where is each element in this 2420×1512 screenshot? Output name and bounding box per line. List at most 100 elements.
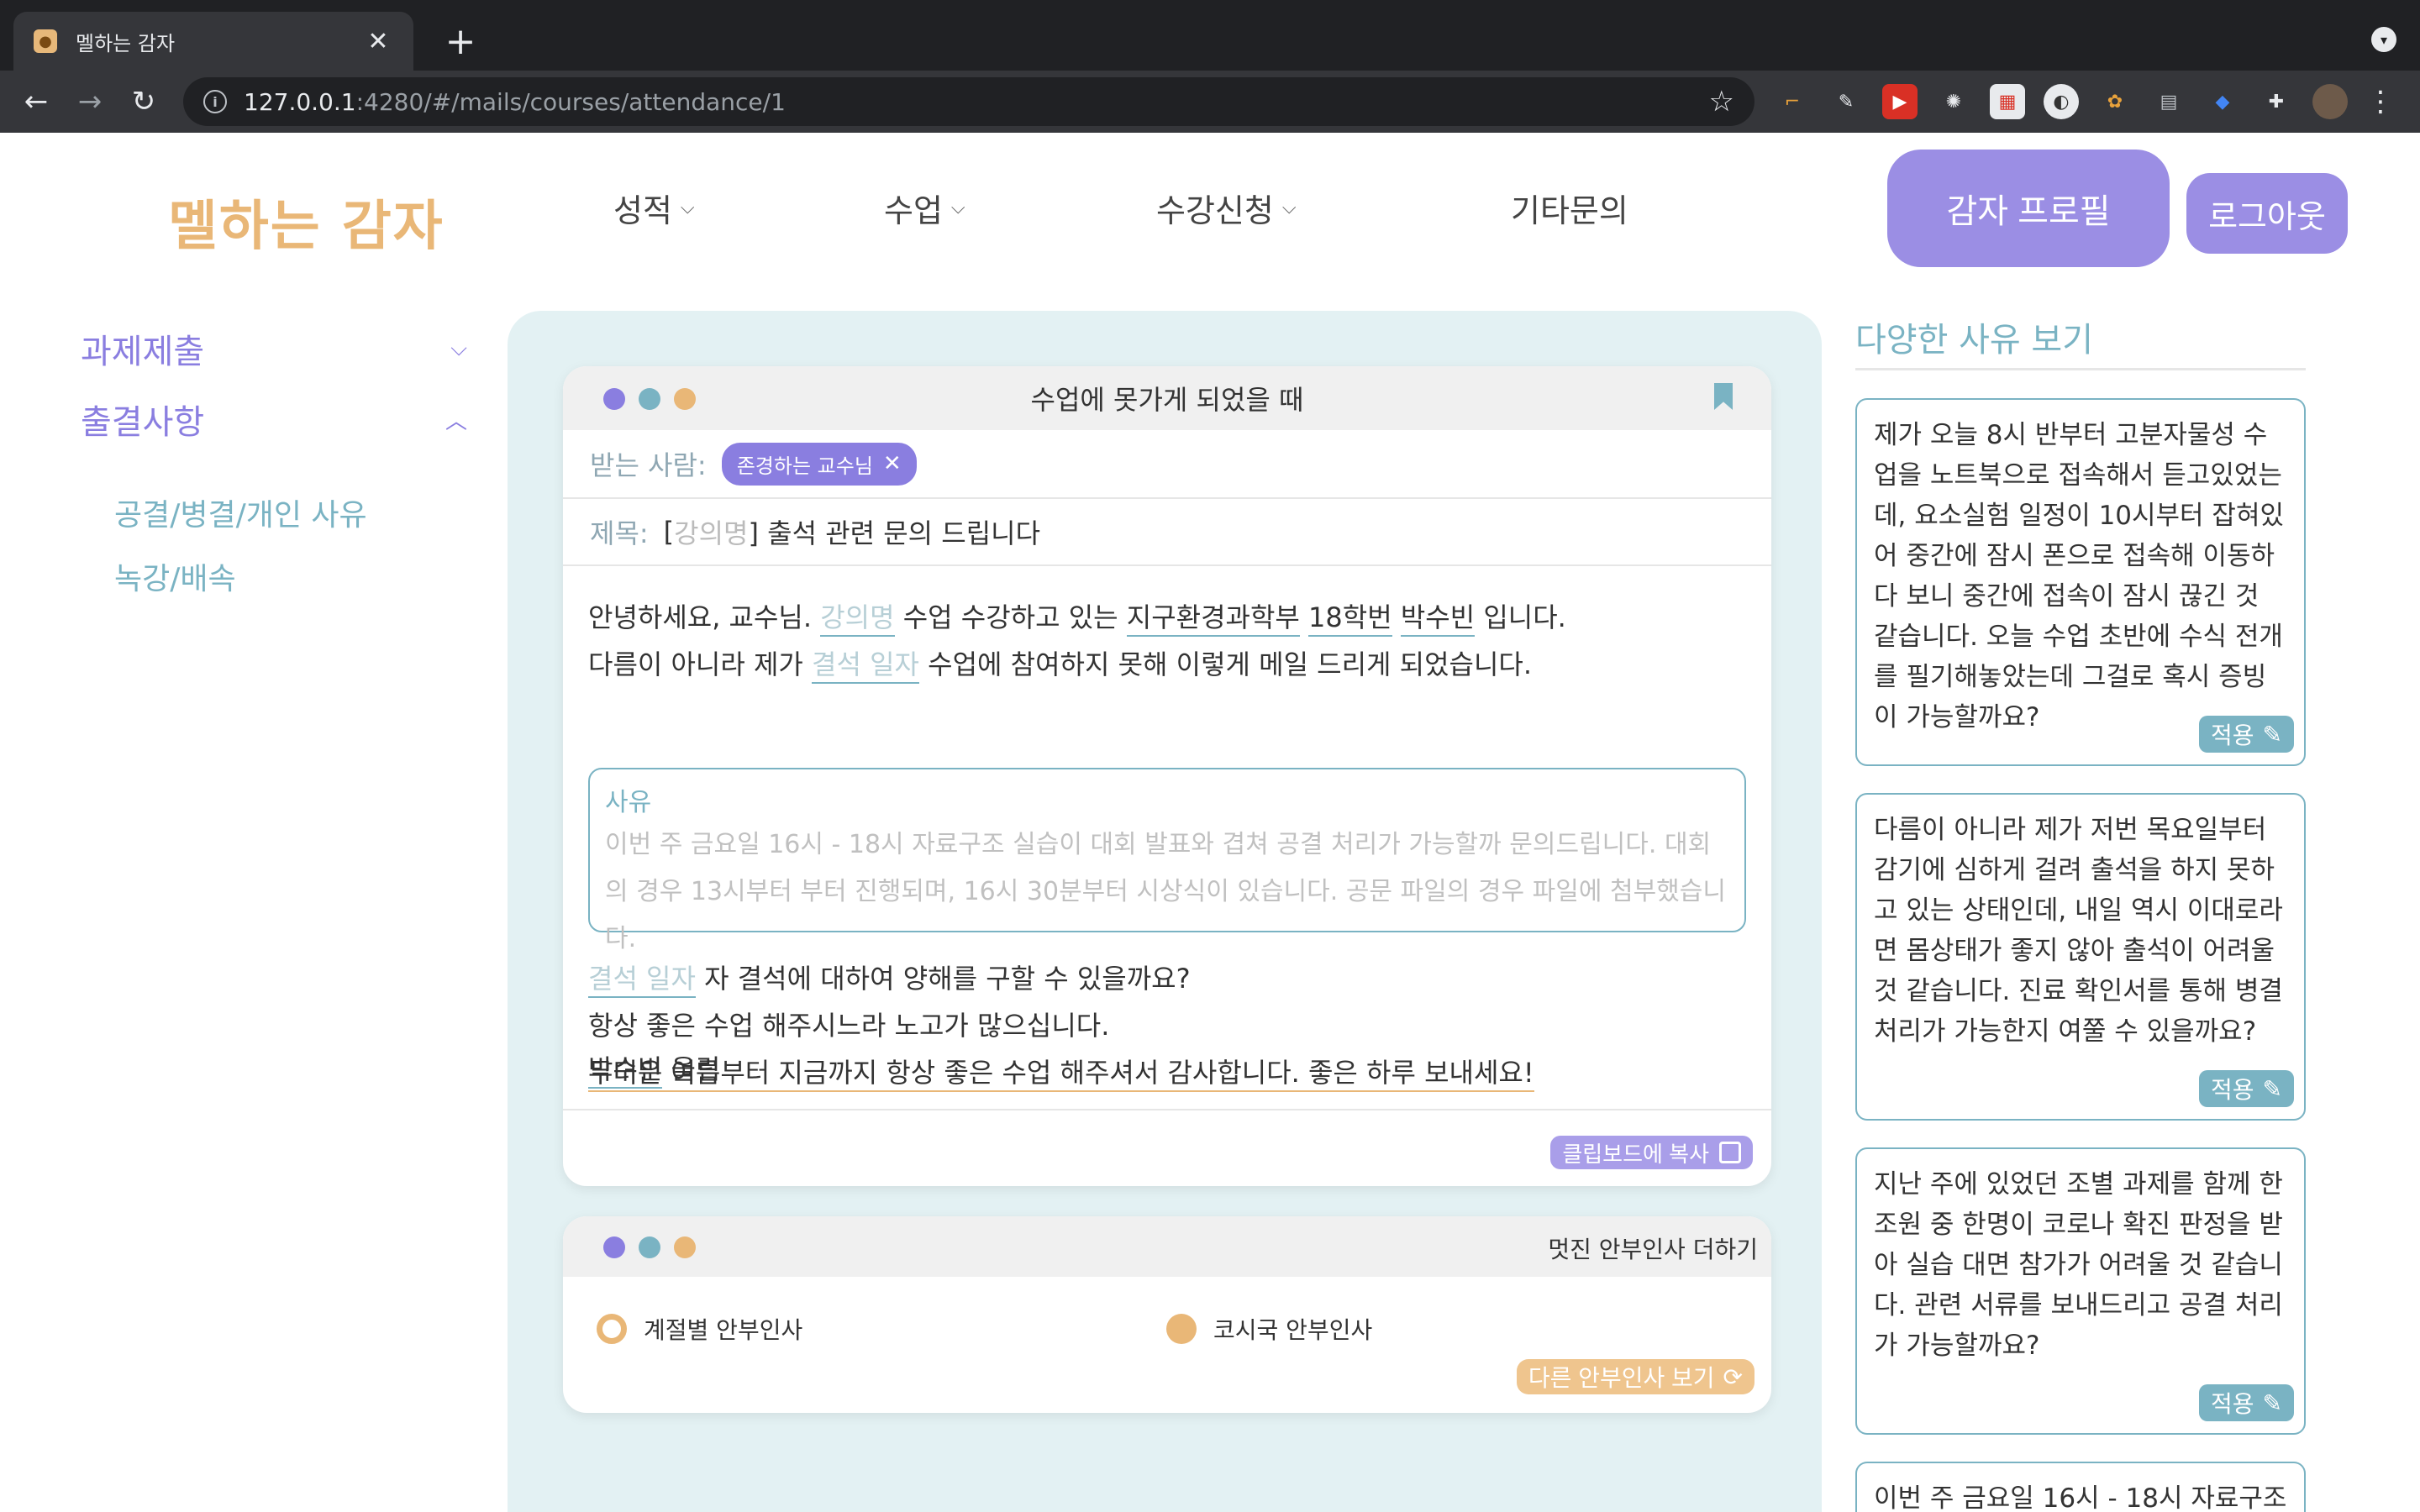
greeting-card-header: 멋진 안부인사 더하기	[563, 1216, 1771, 1277]
back-arrow-icon[interactable]: ←	[17, 82, 55, 121]
nav-other-inquiry[interactable]: 기타문의	[1511, 185, 1628, 231]
greeting-title: 멋진 안부인사 더하기	[1548, 1236, 1758, 1263]
window-dots	[603, 1236, 696, 1258]
radio-seasonal-greeting[interactable]	[597, 1314, 627, 1344]
radio-covid-greeting[interactable]	[1166, 1314, 1197, 1344]
chrome-menu-icon[interactable]: ⋮	[2366, 85, 2395, 118]
extension-compass-icon[interactable]: ◐	[2044, 84, 2079, 119]
teal-dot	[639, 388, 660, 410]
browser-toolbar: ← → ↻ i 127.0.0.1:4280/#/mails/courses/a…	[0, 71, 2420, 133]
purpose-text: 다름이 아니라 제가	[588, 648, 803, 680]
extension-shield-icon[interactable]: ◆	[2205, 84, 2240, 119]
copy-to-clipboard-button[interactable]: 클립보드에 복사	[1550, 1136, 1753, 1169]
nav-registration[interactable]: 수강신청 ⌵	[1156, 185, 1297, 231]
sidebar-section-assignments[interactable]: 과제제출 ⌵	[81, 324, 467, 373]
apply-label: 적용	[2211, 1077, 2254, 1103]
potato-profile-button[interactable]: 감자 프로필	[1887, 150, 2170, 267]
new-tab-icon[interactable]: +	[437, 18, 484, 66]
chevron-up-icon: ︿	[445, 408, 467, 434]
extension-youtube-icon[interactable]: ▶	[1882, 84, 1918, 119]
address-bar[interactable]: i 127.0.0.1:4280/#/mails/courses/attenda…	[183, 77, 1754, 126]
extension-doc-icon[interactable]: ▤	[2151, 84, 2186, 119]
reason-field[interactable]: 사유 이번 주 금요일 16시 - 18시 자료구조 실습이 대회 발표와 겹쳐…	[588, 768, 1746, 953]
extensions-puzzle-icon[interactable]: ✚	[2259, 84, 2294, 119]
subject-row[interactable]: 제목: [강의명] 출석 관련 문의 드립니다	[563, 499, 1771, 566]
student-year-field[interactable]: 18학번	[1308, 601, 1392, 637]
apply-label: 적용	[2211, 722, 2254, 748]
remove-recipient-icon[interactable]: ✕	[883, 451, 902, 476]
main-panel: 수업에 못가게 되었을 때 받는 사람: 존경하는 교수님 ✕ 제목: [강의명…	[508, 311, 1822, 1512]
logout-button[interactable]: 로그아웃	[2186, 173, 2348, 254]
reason-card-text: 이번 주 금요일 16시 - 18시 자료구조	[1874, 1483, 2287, 1512]
browser-tab[interactable]: ● 멜하는 감자 ✕	[13, 12, 413, 71]
tab-search-icon[interactable]: ▾	[2371, 27, 2396, 52]
reason-card: 제가 오늘 8시 반부터 고분자물성 수업을 노트북으로 접속해서 듣고있었는데…	[1855, 398, 2306, 766]
extension-color-icon[interactable]: ✿	[2097, 84, 2133, 119]
apply-button[interactable]: 적용 ✎	[2199, 1070, 2294, 1107]
reason-card: 지난 주에 있었던 조별 과제를 함께 한 조원 중 한명이 코로나 확진 판정…	[1855, 1147, 2306, 1435]
orange-dot	[674, 1236, 696, 1258]
nav-grades[interactable]: 성적 ⌵	[613, 185, 695, 231]
recipient-row: 받는 사람: 존경하는 교수님 ✕	[563, 430, 1771, 499]
window-dots	[603, 388, 696, 410]
sidebar-item-absence-reason[interactable]: 공결/병결/개인 사유	[114, 491, 367, 534]
mail-line-greeting: 안녕하세요, 교수님. 강의명 수업 수강하고 있는 지구환경과학부 18학번 …	[588, 596, 1566, 637]
chevron-down-icon: ⌵	[950, 197, 965, 218]
reason-text[interactable]: 이번 주 금요일 16시 - 18시 자료구조 실습이 대회 발표와 겹쳐 공결…	[605, 822, 1729, 963]
reasons-divider	[1855, 368, 2306, 370]
mail-card-header: 수업에 못가게 되었을 때	[563, 366, 1771, 430]
apply-button[interactable]: 적용 ✎	[2199, 716, 2294, 753]
purpose-end-text: 수업에 참여하지 못해 이렇게 메일 드리게 되었습니다.	[928, 648, 1533, 680]
sidebar-section-label: 과제제출	[81, 333, 205, 371]
recipient-chip[interactable]: 존경하는 교수님 ✕	[721, 442, 917, 486]
course-name-field[interactable]: 강의명	[820, 601, 895, 637]
absence-date-field[interactable]: 결석 일자	[812, 648, 919, 684]
tab-close-icon[interactable]: ✕	[363, 27, 393, 56]
other-greeting-label: 다른 안부인사 보기	[1528, 1365, 1715, 1391]
other-greeting-button[interactable]: 다른 안부인사 보기 ⟳	[1516, 1359, 1754, 1394]
forward-arrow-icon[interactable]: →	[71, 82, 109, 121]
profile-avatar[interactable]	[2312, 84, 2348, 119]
copy-button-label: 클립보드에 복사	[1562, 1141, 1709, 1167]
nav-grades-label: 성적	[613, 192, 672, 229]
mail-title: 수업에 못가게 되었을 때	[1030, 384, 1304, 416]
sidebar-section-attendance[interactable]: 출결사항 ︿	[81, 395, 467, 444]
sidebar-item-recorded-lecture[interactable]: 녹강/배속	[114, 554, 236, 598]
reasons-title: 다양한 사유 보기	[1855, 321, 2094, 360]
purple-dot	[603, 388, 625, 410]
pencil-icon: ✎	[2262, 721, 2282, 748]
extension-openai-icon[interactable]: ✺	[1936, 84, 1971, 119]
student-name-field[interactable]: 박수빈	[1400, 601, 1476, 637]
department-field[interactable]: 지구환경과학부	[1126, 601, 1300, 637]
mail-line-closing-1: 항상 좋은 수업 해주시느라 노고가 많으십니다.	[588, 1010, 1110, 1042]
url-host: 127.0.0.1	[244, 87, 356, 116]
bookmark-star-icon[interactable]: ☆	[1709, 85, 1734, 118]
seasonal-greeting-text[interactable]: 무더운 여름부터 지금까지 항상 좋은 수업 해주셔서 감사합니다. 좋은 하루…	[588, 1057, 1534, 1092]
signature-name-field[interactable]: 박수빈	[588, 1053, 663, 1089]
extension-pen-icon[interactable]: ✎	[1828, 84, 1864, 119]
recipient-name: 존경하는 교수님	[736, 454, 873, 478]
absence-date-field[interactable]: 결석 일자	[588, 963, 696, 998]
apply-button[interactable]: 적용 ✎	[2199, 1384, 2294, 1421]
reason-label: 사유	[605, 788, 652, 817]
subject-course-placeholder[interactable]: 강의명	[674, 512, 748, 551]
orange-dot	[674, 388, 696, 410]
url-text[interactable]: 127.0.0.1:4280/#/mails/courses/attendanc…	[244, 88, 1709, 116]
subject-text: ] 출석 관련 문의 드립니다	[748, 517, 1041, 549]
nav-classes[interactable]: 수업 ⌵	[884, 185, 965, 231]
covid-greeting-label[interactable]: 코시국 안부인사	[1213, 1312, 1372, 1346]
nav-classes-label: 수업	[884, 192, 943, 229]
app-logo[interactable]: 멜하는 감자	[168, 183, 445, 260]
site-info-icon[interactable]: i	[203, 90, 227, 113]
extension-grid-icon[interactable]: ▦	[1990, 84, 2025, 119]
app-header: 멜하는 감자 성적 ⌵ 수업 ⌵ 수강신청 ⌵ 기타문의 감자 프로필 로그아웃	[0, 133, 2420, 284]
reason-card: 다름이 아니라 제가 저번 목요일부터 감기에 심하게 걸려 출석을 하지 못하…	[1855, 793, 2306, 1121]
mail-template-card: 수업에 못가게 되었을 때 받는 사람: 존경하는 교수님 ✕ 제목: [강의명…	[563, 366, 1771, 1186]
seasonal-greeting-label[interactable]: 계절별 안부인사	[644, 1312, 802, 1346]
reason-card-text: 다름이 아니라 제가 저번 목요일부터 감기에 심하게 걸려 출석을 하지 못하…	[1874, 815, 2283, 1047]
reload-icon[interactable]: ↻	[124, 82, 163, 121]
intro-end-text: 입니다.	[1483, 601, 1566, 633]
extension-bracket-icon[interactable]: ⌐	[1775, 84, 1810, 119]
mail-line-purpose: 다름이 아니라 제가 결석 일자 수업에 참여하지 못해 이렇게 메일 드리게 …	[588, 643, 1533, 684]
browser-tabbar: ● 멜하는 감자 ✕ + ▾	[0, 0, 2420, 71]
